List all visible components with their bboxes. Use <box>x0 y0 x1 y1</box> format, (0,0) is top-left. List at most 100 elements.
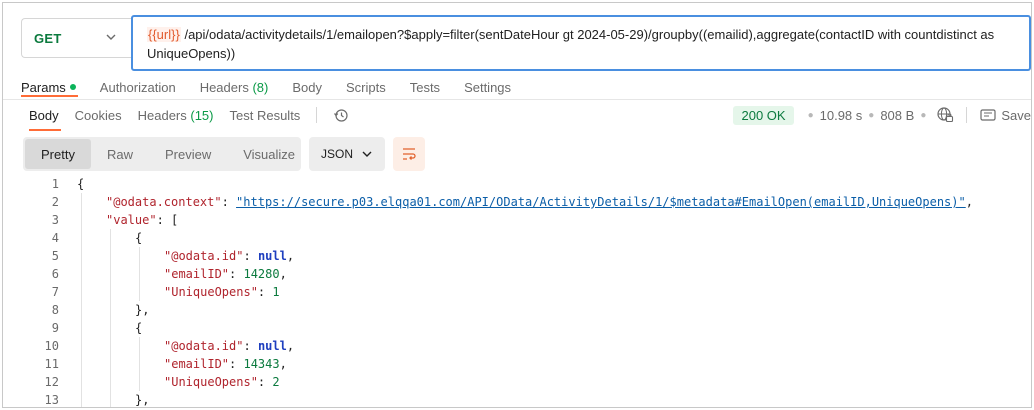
tab-scripts[interactable]: Scripts <box>346 80 386 95</box>
json-key: "UniqueOpens" <box>164 285 258 299</box>
tab-settings[interactable]: Settings <box>464 80 511 95</box>
wrap-lines-button[interactable] <box>393 137 425 171</box>
line-number: 10 <box>44 339 59 353</box>
tab-tests[interactable]: Tests <box>410 80 440 95</box>
code-line: 10 "@odata.id": null, <box>3 337 1031 355</box>
json-punctuation: , <box>279 267 287 281</box>
url-input[interactable]: {{url}} /api/odata/activitydetails/1/ema… <box>131 15 1031 71</box>
indent-guide <box>110 355 111 373</box>
json-punctuation: , <box>286 249 295 263</box>
active-tab-indicator <box>21 95 78 97</box>
indent-guide <box>110 337 111 355</box>
separator-dot: ● <box>920 109 927 121</box>
network-globe-icon[interactable] <box>936 106 954 124</box>
pretty-button[interactable]: Pretty <box>25 139 91 169</box>
tab-authorization[interactable]: Authorization <box>100 80 176 95</box>
line-number: 12 <box>44 375 59 389</box>
tab-cookies[interactable]: Cookies <box>75 108 122 123</box>
line-number: 9 <box>51 321 59 335</box>
line-number: 11 <box>44 357 59 371</box>
code-text: "emailID": 14343, <box>164 357 287 371</box>
divider <box>316 107 318 123</box>
response-size[interactable]: 808 B <box>880 108 914 123</box>
indent-guide <box>110 229 111 247</box>
json-punctuation: { <box>77 177 85 191</box>
json-key: "UniqueOpens" <box>164 375 258 389</box>
chevron-down-icon <box>106 34 116 40</box>
tab-body[interactable]: Body <box>292 80 322 95</box>
code-line: 11 "emailID": 14343, <box>3 355 1031 373</box>
tab-params[interactable]: Params <box>21 80 76 95</box>
code-line: 5 "@odata.id": null, <box>3 247 1031 265</box>
chevron-down-icon <box>362 151 372 157</box>
json-punctuation: : <box>229 267 244 281</box>
code-text: "@odata.context": "https://secure.p03.el… <box>106 195 973 209</box>
code-text: { <box>135 231 142 245</box>
code-text: "UniqueOpens": 2 <box>164 375 280 389</box>
indent-guide <box>139 265 140 283</box>
json-key: "@odata.id" <box>164 339 244 353</box>
response-headers-count: (15) <box>190 107 214 123</box>
indent-guide <box>139 373 140 391</box>
tab-response-body[interactable]: Body <box>29 108 59 123</box>
save-response-icon[interactable] <box>979 106 997 124</box>
code-text: { <box>77 177 84 191</box>
code-text: "value": [ <box>106 213 178 227</box>
json-number: 14280 <box>243 267 280 281</box>
url-variable[interactable]: {{url}} <box>147 27 181 42</box>
code-text: "emailID": 14280, <box>164 267 287 281</box>
json-punctuation: : <box>257 285 273 299</box>
line-number: 3 <box>51 213 59 227</box>
code-text: "@odata.id": null, <box>164 249 294 263</box>
json-punctuation: , <box>279 357 287 371</box>
visualize-button[interactable]: Visualize <box>227 139 311 169</box>
divider <box>3 99 1031 100</box>
json-punctuation: , <box>286 339 295 353</box>
json-literal: null <box>257 249 287 263</box>
tab-label: Headers <box>199 79 249 95</box>
indent-guide <box>110 247 111 265</box>
history-icon[interactable] <box>333 107 349 123</box>
line-number: 13 <box>44 393 59 407</box>
code-text: }, <box>135 303 149 317</box>
line-number: 7 <box>51 285 59 299</box>
body-view-modes: Pretty Raw Preview Visualize <box>23 137 301 171</box>
line-number: 8 <box>51 303 59 317</box>
method-select[interactable]: GET <box>21 18 133 58</box>
response-body-viewer[interactable]: 1{2 "@odata.context": "https://secure.p03… <box>3 175 1031 407</box>
json-punctuation: { <box>135 321 143 335</box>
raw-button[interactable]: Raw <box>91 139 149 169</box>
save-response-button[interactable]: Save <box>1001 108 1031 123</box>
divider <box>966 107 968 123</box>
wrap-lines-icon <box>403 148 416 160</box>
code-line: 3 "value": [ <box>3 211 1031 229</box>
active-tab-indicator <box>29 129 61 131</box>
code-line: 1{ <box>3 175 1031 193</box>
indent-guide <box>81 229 82 247</box>
response-time[interactable]: 10.98 s <box>820 108 863 123</box>
indent-guide <box>110 265 111 283</box>
language-value: JSON <box>321 147 354 161</box>
tab-response-headers[interactable]: Headers (15) <box>138 108 214 123</box>
json-number: 2 <box>272 375 280 389</box>
indent-guide <box>81 319 82 337</box>
preview-button[interactable]: Preview <box>149 139 227 169</box>
code-line: 4{ <box>3 229 1031 247</box>
request-window: GET {{url}} /api/odata/activitydetails/1… <box>2 2 1032 408</box>
indent-guide <box>110 283 111 301</box>
tab-test-results[interactable]: Test Results <box>230 108 301 123</box>
tab-label: Params <box>21 79 66 95</box>
code-line: 13}, <box>3 391 1031 407</box>
json-number: 14343 <box>243 357 280 371</box>
url-path: /api/odata/activitydetails/1/emailopen?$… <box>147 27 995 61</box>
indent-guide <box>81 355 82 373</box>
json-punctuation: : <box>243 339 258 353</box>
json-punctuation: , <box>965 195 973 209</box>
json-punctuation: { <box>135 231 143 245</box>
language-select[interactable]: JSON <box>309 137 385 171</box>
status-badge[interactable]: 200 OK <box>733 105 794 125</box>
indent-guide <box>81 373 82 391</box>
json-punctuation: }, <box>135 393 150 407</box>
json-number: 1 <box>272 285 280 299</box>
tab-headers[interactable]: Headers (8) <box>200 80 269 95</box>
